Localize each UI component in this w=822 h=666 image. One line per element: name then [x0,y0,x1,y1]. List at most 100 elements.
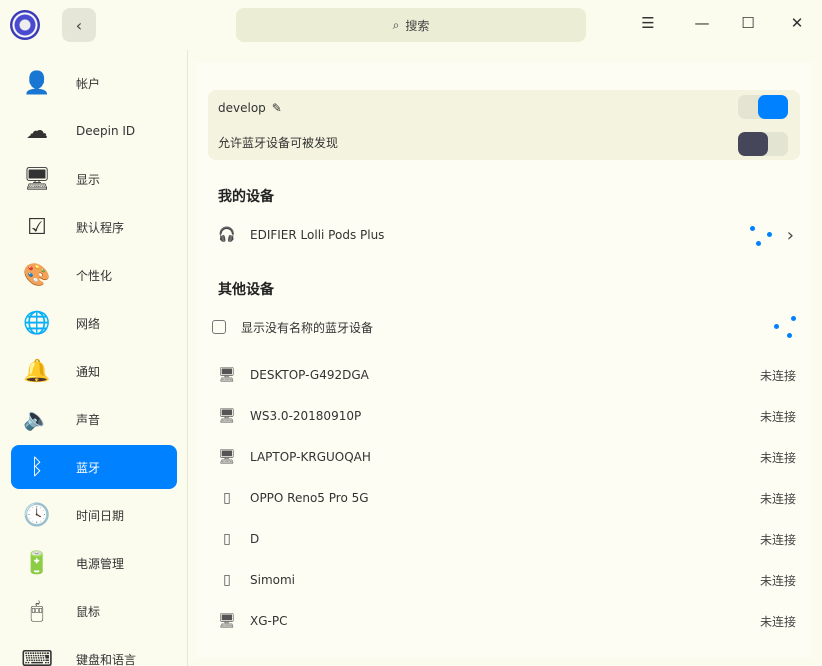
sidebar-item-label: 帐户 [76,76,101,91]
other-device-row[interactable]: 🖥 DESKTOP-G492DGA 未连接 [216,360,796,390]
computer-icon: 🖥 [218,408,236,424]
network-icon: 🌐 [23,310,51,336]
monitor-icon: 🖥 [23,166,51,192]
connection-status: 未连接 [759,532,796,547]
sidebar-item-label: 显示 [76,172,101,187]
other-device-row[interactable]: ▯ Simomi 未连接 [216,565,796,595]
show-unnamed-checkbox[interactable] [212,320,226,334]
bluetooth-settings-group: develop ✎ 允许蓝牙设备可被发现 [208,90,800,160]
show-unnamed-label: 显示没有名称的蓝牙设备 [241,320,374,335]
clock-icon: 🕓 [23,502,51,528]
mouse-icon: 🖱 [30,598,44,624]
sidebar-item[interactable]: 🔔 通知 [11,349,177,393]
show-unnamed-row[interactable]: 显示没有名称的蓝牙设备 [212,312,796,342]
menu-button[interactable]: ☰ [638,14,658,32]
sidebar-item[interactable]: 👤 帐户 [11,61,177,105]
sidebar-item[interactable]: ⌨ 键盘和语言 [11,637,177,666]
other-device-row[interactable]: 🖥 LAPTOP-KRGUOQAH 未连接 [216,442,796,472]
sidebar-item[interactable]: 🖥 显示 [11,157,177,201]
loading-spinner-icon [774,316,796,338]
sidebar-item-label: 鼠标 [76,604,101,619]
computer-icon: 🖥 [218,449,236,465]
phone-icon: ▯ [223,490,231,506]
sidebar-item[interactable]: 🕓 时间日期 [11,493,177,537]
device-name: develop [218,100,266,115]
toggle-knob [758,95,788,119]
chevron-right-icon[interactable]: › [787,225,794,246]
sidebar-item-label: 时间日期 [76,508,125,523]
connection-status: 未连接 [759,450,796,465]
toggle-knob [738,132,768,156]
discoverable-label: 允许蓝牙设备可被发现 [218,136,339,150]
app-logo-icon [10,10,40,40]
headphones-icon: 🎧 [218,227,236,243]
device-name: OPPO Reno5 Pro 5G [250,491,369,505]
sidebar-item-label: 电源管理 [76,556,125,571]
sidebar-item-label: 个性化 [76,268,113,283]
device-name: D [250,532,260,546]
speaker-icon: 🔈 [23,406,51,432]
other-device-row[interactable]: ▯ OPPO Reno5 Pro 5G 未连接 [216,483,796,513]
sidebar-item-label: 键盘和语言 [76,652,137,666]
other-device-row[interactable]: 🖥 WS3.0-20180910P 未连接 [216,401,796,431]
sidebar: 👤 帐户 ☁ Deepin ID 🖥 显示 ☑ 默认程序 🎨 个性化 🌐 网络 🔔 通知 🔈 声音 ᛒ 蓝牙 🕓 时间… [0,50,188,666]
maximize-button[interactable]: ☐ [738,14,758,32]
bluetooth-icon: ᛒ [30,454,44,480]
discoverable-row: 允许蓝牙设备可被发现 [218,125,338,160]
search-input[interactable]: ⌕ 搜索 [236,8,586,42]
sidebar-item-label: 网络 [76,316,101,331]
search-icon: ⌕ [392,17,400,32]
user-icon: 👤 [23,70,51,96]
device-name: Simomi [250,573,296,587]
palette-icon: 🎨 [23,262,51,288]
device-name: WS3.0-20180910P [250,409,362,423]
connection-status: 未连接 [759,409,796,424]
sidebar-item-label: 通知 [76,364,101,379]
connection-status: 未连接 [759,614,796,629]
device-name: XG-PC [250,614,288,628]
phone-icon: ▯ [223,572,231,588]
sidebar-item-label: 默认程序 [76,220,125,235]
device-name: DESKTOP-G492DGA [250,368,369,382]
sidebar-item[interactable]: 🔈 声音 [11,397,177,441]
keyboard-icon: ⌨ [21,646,53,666]
default-apps-icon: ☑ [27,214,47,240]
connection-status: 未连接 [759,573,796,588]
device-name: LAPTOP-KRGUOQAH [250,450,371,464]
other-devices-title: 其他设备 [218,282,274,298]
other-device-row[interactable]: 🖥 XG-PC 未连接 [216,606,796,636]
connection-status: 未连接 [759,491,796,506]
my-devices-title: 我的设备 [218,189,274,205]
edit-icon[interactable]: ✎ [272,101,282,115]
bluetooth-panel: develop ✎ 允许蓝牙设备可被发现 我的设备 🎧 EDIFIER Loll… [196,62,812,658]
close-button[interactable]: ✕ [787,14,807,32]
back-button[interactable]: ‹ [62,8,96,42]
bluetooth-power-toggle[interactable] [738,95,788,119]
loading-spinner-icon [750,224,772,246]
battery-icon: 🔋 [23,550,51,576]
sidebar-item[interactable]: 🔋 电源管理 [11,541,177,585]
cloud-icon: ☁ [26,118,48,144]
minimize-button[interactable]: — [692,14,712,32]
my-device-row[interactable]: 🎧 EDIFIER Lolli Pods Plus › [216,220,796,250]
phone-icon: ▯ [223,531,231,547]
device-name-row: develop ✎ [218,90,282,125]
connection-status: 未连接 [759,368,796,383]
sidebar-item[interactable]: 🎨 个性化 [11,253,177,297]
device-name: EDIFIER Lolli Pods Plus [250,228,385,242]
sidebar-item-label: Deepin ID [76,124,136,138]
sidebar-item[interactable]: ☑ 默认程序 [11,205,177,249]
bell-icon: 🔔 [23,358,51,384]
sidebar-item-label: 声音 [76,412,101,427]
sidebar-item[interactable]: 🌐 网络 [11,301,177,345]
discoverable-toggle[interactable] [738,132,788,156]
titlebar: ‹ ⌕ 搜索 ☰ — ☐ ✕ [0,0,822,50]
other-device-row[interactable]: ▯ D 未连接 [216,524,796,554]
sidebar-item[interactable]: ☁ Deepin ID [11,109,177,153]
search-placeholder: 搜索 [405,18,430,33]
sidebar-item[interactable]: ᛒ 蓝牙 [11,445,177,489]
computer-icon: 🖥 [218,613,236,629]
sidebar-item-label: 蓝牙 [76,460,101,475]
sidebar-item[interactable]: 🖱 鼠标 [11,589,177,633]
computer-icon: 🖥 [218,367,236,383]
